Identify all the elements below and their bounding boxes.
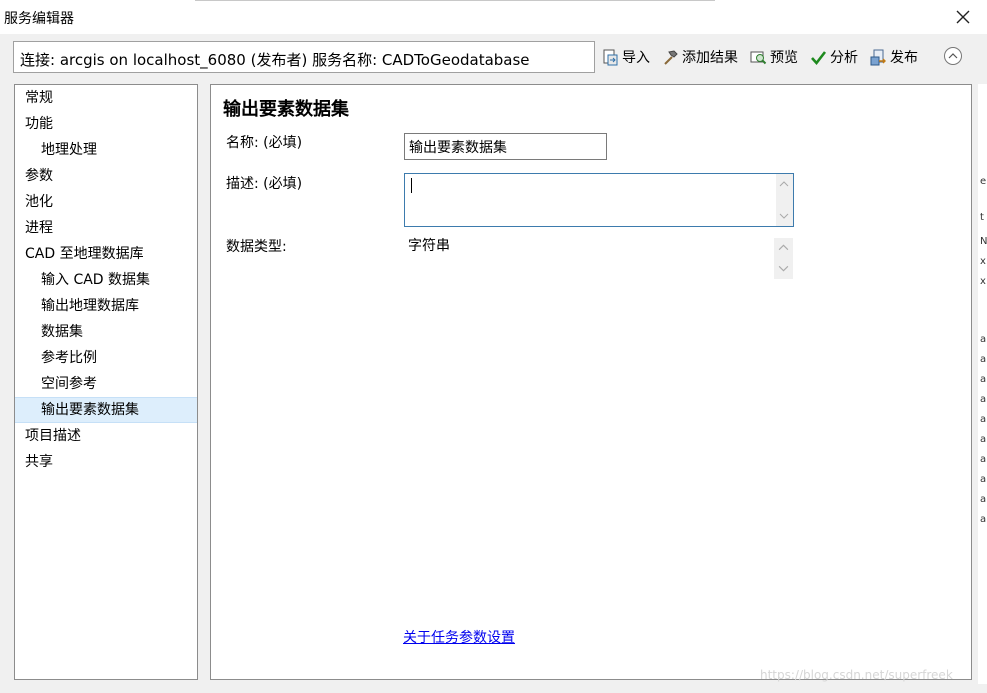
strip-char: a: [980, 414, 987, 425]
preview-button[interactable]: 预览: [750, 47, 798, 67]
strip-char: a: [980, 374, 987, 385]
preview-icon: [750, 51, 767, 64]
nav-item-cad-to-geodatabase[interactable]: CAD 至地理数据库: [15, 241, 197, 267]
spin-down-icon: [778, 265, 789, 272]
strip-char: x: [980, 276, 986, 287]
spin-up-icon: [778, 244, 789, 251]
add-result-label: 添加结果: [682, 50, 738, 66]
data-type-spinner[interactable]: [774, 238, 793, 279]
nav-item-capabilities[interactable]: 功能: [15, 111, 197, 137]
strip-char: x: [980, 256, 986, 267]
nav-item-reference-scale[interactable]: 参考比例: [15, 345, 197, 371]
text-caret: [411, 178, 412, 193]
publish-button[interactable]: 发布: [870, 47, 918, 67]
nav-item-input-cad-datasets[interactable]: 输入 CAD 数据集: [15, 267, 197, 293]
strip-char: a: [980, 334, 987, 345]
description-scrollbar[interactable]: [776, 174, 793, 226]
service-editor-window: 服务编辑器 连接: arcgis on localhost_6080 (发布者)…: [0, 0, 987, 693]
add-result-button[interactable]: 添加结果: [662, 47, 738, 67]
collapse-button[interactable]: [944, 47, 962, 65]
description-label: 描述: (必填): [226, 176, 303, 192]
close-button[interactable]: [953, 7, 973, 27]
nav-item-general[interactable]: 常规: [15, 85, 197, 111]
strip-char: e: [980, 176, 987, 187]
scroll-down-icon: [779, 213, 789, 219]
nav-item-processes[interactable]: 进程: [15, 215, 197, 241]
watermark: https://blog.csdn.net/superfreek: [760, 668, 953, 682]
close-icon: [956, 10, 970, 24]
strip-char: N: [980, 236, 987, 247]
background-window-strip: e t N x x a a a a a a a a a a: [978, 84, 987, 684]
task-parameter-help-link[interactable]: 关于任务参数设置: [403, 627, 515, 647]
strip-char: a: [980, 434, 987, 445]
checkmark-icon: [811, 50, 827, 65]
hammer-icon: [664, 49, 678, 65]
import-icon: [603, 49, 618, 65]
toolbar: 导入 添加结果 预览 分析 发布: [602, 44, 930, 70]
nav-item-output-geodatabase[interactable]: 输出地理数据库: [15, 293, 197, 319]
nav-item-sharing[interactable]: 共享: [15, 449, 197, 475]
strip-char: a: [980, 514, 987, 525]
strip-char: a: [980, 494, 987, 505]
analyze-label: 分析: [830, 50, 858, 66]
nav-item-dataset[interactable]: 数据集: [15, 319, 197, 345]
import-label: 导入: [622, 50, 650, 66]
name-label: 名称: (必填): [226, 135, 303, 151]
scroll-up-icon: [779, 181, 789, 187]
import-button[interactable]: 导入: [602, 47, 650, 67]
nav-item-parameters[interactable]: 参数: [15, 163, 197, 189]
page-title: 输出要素数据集: [223, 99, 349, 120]
nav-item-spatial-reference[interactable]: 空间参考: [15, 371, 197, 397]
nav-item-geoprocessing[interactable]: 地理处理: [15, 137, 197, 163]
data-type-label: 数据类型:: [226, 239, 287, 255]
preview-label: 预览: [770, 50, 798, 66]
window-title: 服务编辑器: [4, 11, 74, 27]
strip-char: a: [980, 454, 987, 465]
nav-item-item-description[interactable]: 项目描述: [15, 423, 197, 449]
nav-item-pooling[interactable]: 池化: [15, 189, 197, 215]
description-field[interactable]: [404, 173, 794, 227]
strip-char: t: [980, 212, 984, 223]
background-window-edge: [195, 0, 715, 1]
nav-item-output-feature-dataset[interactable]: 输出要素数据集: [15, 397, 197, 423]
publish-icon: [870, 49, 886, 65]
strip-char: a: [980, 354, 987, 365]
data-type-value: 字符串: [408, 238, 450, 254]
publish-label: 发布: [890, 50, 918, 66]
title-bar: 服务编辑器: [0, 0, 987, 34]
chevron-up-icon: [948, 53, 958, 59]
connection-info-field: 连接: arcgis on localhost_6080 (发布者) 服务名称:…: [13, 41, 595, 73]
strip-char: a: [980, 394, 987, 405]
content-panel: 输出要素数据集 名称: (必填) 输出要素数据集 描述: (必填) 数据类型: …: [210, 84, 972, 680]
name-field[interactable]: 输出要素数据集: [404, 133, 607, 160]
strip-char: a: [980, 474, 987, 485]
nav-panel: 常规 功能 地理处理 参数 池化 进程 CAD 至地理数据库 输入 CAD 数据…: [14, 84, 198, 680]
analyze-button[interactable]: 分析: [810, 47, 858, 67]
